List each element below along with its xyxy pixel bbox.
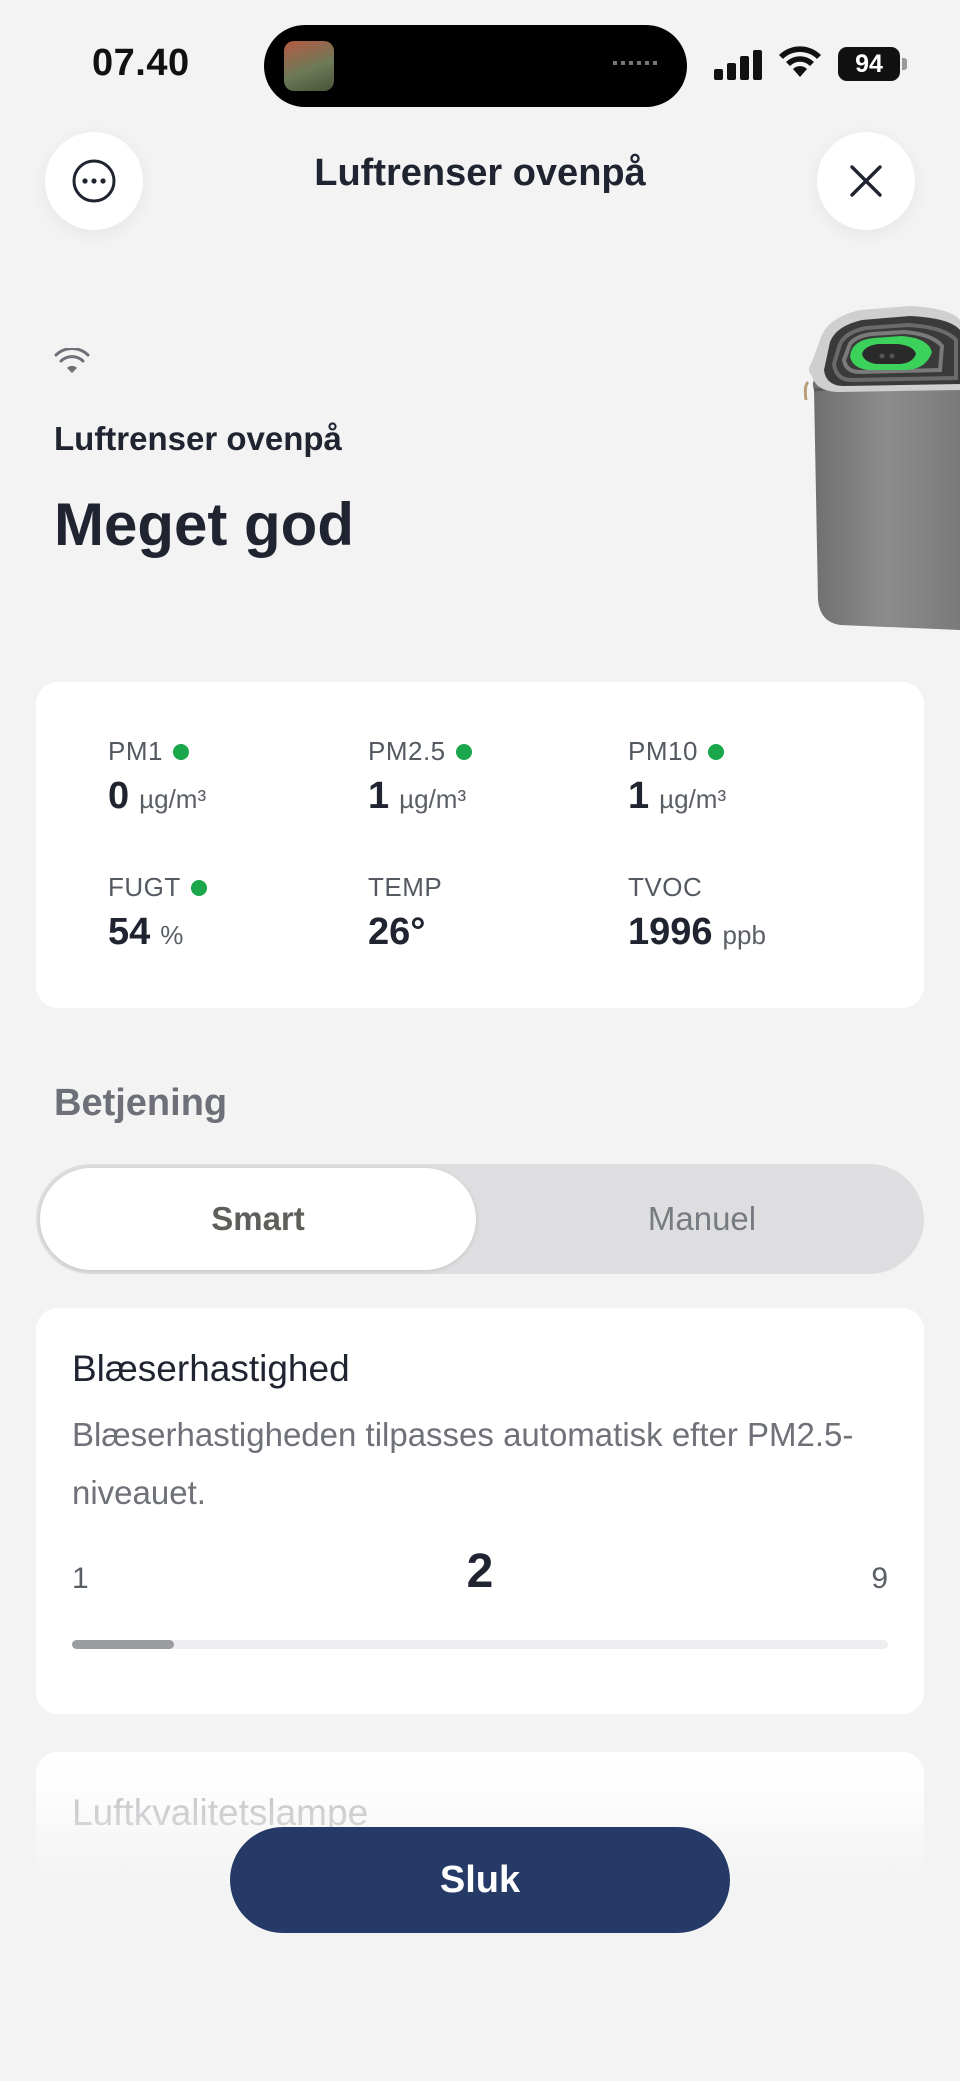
metric-value: 26° bbox=[368, 911, 426, 953]
fan-speed-title: Blæserhastighed bbox=[72, 1348, 350, 1389]
metric-humidity: FUGT 54% bbox=[108, 872, 348, 954]
status-bar: 07.40 94 bbox=[0, 0, 960, 130]
audio-waveform-icon bbox=[613, 61, 661, 65]
mode-manual-tab[interactable]: Manuel bbox=[484, 1168, 920, 1270]
air-quality-status: Meget god bbox=[54, 491, 354, 558]
status-dot-icon bbox=[172, 743, 189, 760]
slider-fill bbox=[72, 1640, 174, 1649]
slider-max-label: 9 bbox=[871, 1562, 888, 1595]
status-time: 07.40 bbox=[92, 42, 190, 84]
metric-label: PM2.5 bbox=[368, 736, 446, 766]
dynamic-island[interactable] bbox=[264, 25, 687, 107]
now-playing-thumbnail bbox=[284, 41, 334, 91]
cellular-signal-icon bbox=[714, 50, 766, 80]
power-off-button[interactable]: Sluk bbox=[230, 1827, 730, 1933]
battery-level: 94 bbox=[838, 47, 900, 81]
slider-current-value: 2 bbox=[466, 1545, 494, 1598]
status-dot-icon bbox=[707, 743, 724, 760]
metric-unit: ppb bbox=[722, 920, 766, 950]
metric-label: PM10 bbox=[628, 736, 698, 766]
air-purifier-image bbox=[803, 306, 960, 630]
battery-icon: 94 bbox=[838, 47, 908, 81]
control-section-title: Betjening bbox=[54, 1082, 228, 1124]
metric-unit: µg/m³ bbox=[139, 784, 207, 814]
fan-speed-description: Blæserhastigheden tilpasses automatisk e… bbox=[72, 1416, 854, 1511]
close-button[interactable] bbox=[817, 132, 915, 230]
status-dot-icon bbox=[455, 743, 472, 760]
metric-value: 1996 bbox=[628, 911, 713, 953]
metric-temperature: TEMP 26° bbox=[368, 872, 608, 954]
metric-unit: µg/m³ bbox=[399, 784, 467, 814]
metric-label: TVOC bbox=[628, 872, 703, 902]
fan-speed-slider[interactable] bbox=[72, 1640, 888, 1649]
metric-label: FUGT bbox=[108, 872, 181, 902]
fan-speed-card: Blæserhastighed Blæserhastigheden tilpas… bbox=[36, 1308, 924, 1714]
metric-value: 54 bbox=[108, 911, 151, 953]
metric-value: 1 bbox=[368, 775, 390, 817]
metric-label: PM1 bbox=[108, 736, 163, 766]
connection-wifi-icon bbox=[54, 348, 90, 373]
air-metrics-card: PM1 0 µg/m³ PM2.5 1 µg/m³ PM10 1 µg/m³ FUGT… bbox=[36, 682, 924, 1008]
metric-unit: % bbox=[160, 920, 184, 950]
close-icon bbox=[850, 165, 882, 197]
metric-tvoc: TVOC 1996 ppb bbox=[628, 872, 868, 954]
metric-pm10: PM10 1 µg/m³ bbox=[628, 736, 868, 818]
device-name: Luftrenser ovenpå bbox=[54, 420, 342, 457]
metric-pm2-5: PM2.5 1 µg/m³ bbox=[368, 736, 608, 818]
metric-unit: µg/m³ bbox=[659, 784, 727, 814]
device-detail-screen: 07.40 94 Luftrenser ovenpå Luftrenser ov… bbox=[0, 0, 960, 2081]
wifi-status-icon bbox=[779, 46, 821, 77]
metric-label: TEMP bbox=[368, 872, 443, 902]
metric-value: 0 bbox=[108, 775, 130, 817]
status-dot-icon bbox=[190, 879, 207, 896]
metric-value: 1 bbox=[628, 775, 650, 817]
mode-segmented-control: Smart Manuel bbox=[36, 1164, 924, 1274]
metric-pm1: PM1 0 µg/m³ bbox=[108, 736, 348, 818]
page-title: Luftrenser ovenpå bbox=[314, 152, 646, 194]
mode-smart-tab[interactable]: Smart bbox=[40, 1168, 476, 1270]
